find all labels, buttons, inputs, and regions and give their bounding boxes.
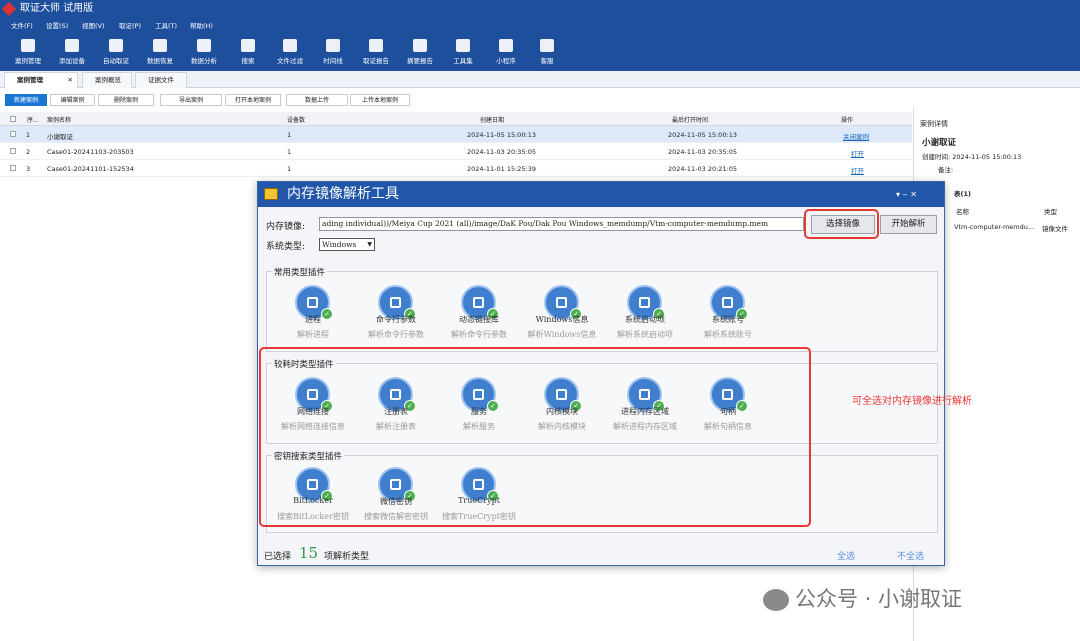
search-icon xyxy=(241,39,255,52)
menu-bar: 文件(F) 设置(S) 视图(V) 取证(P) 工具(T) 帮助(H) xyxy=(0,18,1080,35)
edit-case-button[interactable]: 编辑案例 xyxy=(50,94,95,106)
toolbar-customer-service[interactable]: 客服 xyxy=(527,37,567,65)
common-plugins-group: 常用类型插件 ✓ 进程 解析进程 ✓ 命令行参数 解析命令行参数 ✓ 动态链接库… xyxy=(266,266,938,355)
highlight-plugin-groups xyxy=(259,347,811,527)
toolbar-file-filter[interactable]: 文件过滤 xyxy=(270,37,310,65)
monitor-icon xyxy=(109,39,123,52)
toolbar-data-recovery[interactable]: 数据恢复 xyxy=(140,37,180,65)
image-label: 内存镜像: xyxy=(266,222,306,232)
plugin-dll[interactable]: ✓ 动态链接库 解析命令行参数 xyxy=(439,285,519,355)
close-icon[interactable]: ✕ xyxy=(68,73,73,88)
tab-case-overview[interactable]: 案例概览 xyxy=(82,72,132,88)
os-type-select[interactable]: Windows ▼ xyxy=(319,238,375,251)
toolbar-auto-forensics[interactable]: 自动取证 xyxy=(96,37,136,65)
toolbar-forensics-report[interactable]: 取证报告 xyxy=(356,37,396,65)
delete-case-button[interactable]: 删除案例 xyxy=(98,94,154,106)
selected-suffix: 项解析类型 xyxy=(324,552,370,562)
app-logo-icon xyxy=(1,1,17,17)
plugin-process[interactable]: ✓ 进程 解析进程 xyxy=(273,285,353,355)
briefcase-icon xyxy=(21,39,35,52)
export-case-button[interactable]: 导出案例 xyxy=(160,94,222,106)
case-actions: 新建案例 编辑案例 删除案例 导出案例 打开本地案例 数据上传 上传本地案例 xyxy=(0,92,910,108)
plugin-startup-items[interactable]: ✓ 系统启动项 解析系统启动项 xyxy=(605,285,685,355)
menu-view[interactable]: 视图(V) xyxy=(82,18,105,35)
upload-local-case-button[interactable]: 上传本地案例 xyxy=(350,94,410,106)
wechat-icon xyxy=(763,589,789,611)
toolbar-search[interactable]: 搜索 xyxy=(228,37,268,65)
os-type-label: 系统类型: xyxy=(266,242,306,252)
window-titlebar: 取证大师 试用版 xyxy=(0,0,1080,18)
device-list-title: 表(1) xyxy=(954,190,971,198)
new-case-button[interactable]: 新建案例 xyxy=(5,94,47,106)
row-checkbox[interactable] xyxy=(10,165,16,171)
table-row[interactable]: 2 Case01-20241103-203503 1 2024-11-03 20… xyxy=(0,143,912,160)
menu-forensics[interactable]: 取证(P) xyxy=(119,18,141,35)
row-checkbox[interactable] xyxy=(10,131,16,137)
support-icon xyxy=(540,39,554,52)
plugin-command-line[interactable]: ✓ 命令行参数 解析命令行参数 xyxy=(356,285,436,355)
timeline-icon xyxy=(326,39,340,52)
case-created: 创建时间: 2024-11-05 15:00:13 xyxy=(922,153,1022,161)
main-toolbar: 案例管理 添加设备 自动取证 数据恢复 数据分析 搜索 文件过滤 时间线 取证报… xyxy=(0,35,1080,71)
open-local-case-button[interactable]: 打开本地案例 xyxy=(225,94,281,106)
chart-icon xyxy=(197,39,211,52)
toolbar-summary-report[interactable]: 摘要报告 xyxy=(400,37,440,65)
toolbar-toolset[interactable]: 工具集 xyxy=(443,37,483,65)
watermark: 公众号 · 小谢取证 xyxy=(763,583,962,613)
menu-file[interactable]: 文件(F) xyxy=(11,18,33,35)
menu-settings[interactable]: 设置(S) xyxy=(46,18,68,35)
highlight-select-image xyxy=(804,209,879,239)
dialog-window-controls[interactable]: ▾ ‒ ✕ xyxy=(896,182,917,207)
column-name: 名称 xyxy=(956,208,969,216)
group-title: 常用类型插件 xyxy=(272,266,328,278)
table-row[interactable]: 1 小谢取证 1 2024-11-05 15:00:13 2024-11-05 … xyxy=(0,126,912,143)
dialog-title: 内存镜像解析工具 xyxy=(287,186,399,202)
mini-program-icon xyxy=(499,39,513,52)
add-device-icon xyxy=(65,39,79,52)
report-icon xyxy=(369,39,383,52)
row-checkbox[interactable] xyxy=(10,148,16,154)
table-row[interactable]: 3 Case01-20241101-152534 1 2024-11-01 15… xyxy=(0,160,912,177)
plugin-system-accounts[interactable]: ✓ 系统账号 解析系统账号 xyxy=(688,285,768,355)
selected-count: 15 xyxy=(299,544,319,562)
menu-tools[interactable]: 工具(T) xyxy=(155,18,177,35)
device-item-type: 镜像文件 xyxy=(1042,225,1068,233)
open-case-link[interactable]: 打开 xyxy=(851,165,864,175)
dialog-titlebar: 内存镜像解析工具 ▾ ‒ ✕ xyxy=(258,182,944,207)
annotation-text: 可全选对内存镜像进行解析 xyxy=(852,396,972,407)
selected-prefix: 已选择 xyxy=(264,552,292,562)
column-type: 类型 xyxy=(1044,208,1057,216)
grid-icon xyxy=(456,39,470,52)
close-case-link[interactable]: 关闭案例 xyxy=(843,131,869,141)
panel-header: 案例详情 xyxy=(920,120,948,128)
data-upload-button[interactable]: 数据上传 xyxy=(286,94,348,106)
filter-icon xyxy=(283,39,297,52)
select-none-link[interactable]: 不全选 xyxy=(897,549,924,562)
image-path-field[interactable]: ading individual))/Meiya Cup 2021 (all)/… xyxy=(319,217,804,231)
table-header: 序... 案例名称 设备数 创建日期 最后打开时间 操作 xyxy=(0,112,912,126)
open-case-link[interactable]: 打开 xyxy=(851,148,864,158)
toolbar-timeline[interactable]: 时间线 xyxy=(313,37,353,65)
case-name: 小谢取证 xyxy=(922,138,957,148)
tab-case-management[interactable]: 案例管理 ✕ xyxy=(4,72,78,88)
document-tabs: 案例管理 ✕ 案例概览 证据文件 xyxy=(0,71,1080,88)
toolbar-add-device[interactable]: 添加设备 xyxy=(52,37,92,65)
select-all-link[interactable]: 全选 xyxy=(837,549,855,562)
select-all-checkbox[interactable] xyxy=(10,116,16,122)
device-item-name[interactable]: Vtm-computer-memdu... xyxy=(954,223,1034,231)
case-table: 序... 案例名称 设备数 创建日期 最后打开时间 操作 1 小谢取证 1 20… xyxy=(0,112,912,177)
toolbar-case-management[interactable]: 案例管理 xyxy=(8,37,48,65)
toolbar-data-analysis[interactable]: 数据分析 xyxy=(184,37,224,65)
summary-icon xyxy=(413,39,427,52)
tab-evidence-files[interactable]: 证据文件 xyxy=(135,72,187,88)
case-remark: 备注: xyxy=(938,166,954,174)
recovery-icon xyxy=(153,39,167,52)
window-title: 取证大师 试用版 xyxy=(20,3,94,14)
start-parse-button[interactable]: 开始解析 xyxy=(880,215,937,234)
toolbar-mini-program[interactable]: 小程序 xyxy=(486,37,526,65)
dropdown-arrow-icon: ▼ xyxy=(367,241,372,248)
plugin-windows-info[interactable]: ✓ Windows信息 解析Windows信息 xyxy=(522,285,602,355)
menu-help[interactable]: 帮助(H) xyxy=(190,18,213,35)
memory-chip-icon xyxy=(264,188,278,200)
